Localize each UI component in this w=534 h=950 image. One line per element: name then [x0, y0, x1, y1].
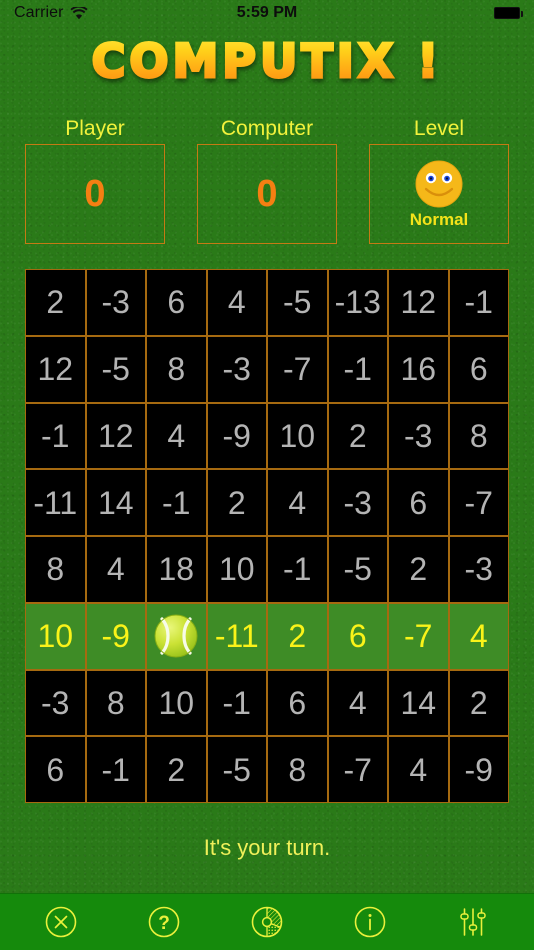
- sliders-icon: [456, 905, 490, 939]
- board-cell[interactable]: 6: [448, 335, 509, 403]
- computer-score-box: 0: [197, 144, 337, 244]
- board-cell[interactable]: -1: [327, 335, 388, 403]
- info-circle-icon: [353, 905, 387, 939]
- board-cell[interactable]: 4: [448, 602, 509, 670]
- board-cell[interactable]: 12: [388, 269, 449, 336]
- board-cell[interactable]: 6: [25, 736, 86, 803]
- help-button[interactable]: ?: [131, 896, 197, 948]
- board-cell[interactable]: 2: [25, 269, 86, 336]
- question-circle-icon: ?: [147, 905, 181, 939]
- page-title: COMPUTIX !: [0, 33, 534, 90]
- board-cell[interactable]: 4: [206, 269, 267, 336]
- board-cell[interactable]: -7: [327, 736, 388, 803]
- board-cell[interactable]: 8: [146, 335, 207, 403]
- scoreboard: Player 0 Computer 0 Level Normal: [25, 116, 509, 246]
- board-cell[interactable]: -5: [85, 335, 146, 403]
- board-cell[interactable]: -1: [267, 536, 328, 603]
- board-cell[interactable]: -1: [206, 669, 267, 737]
- board-cell[interactable]: 8: [267, 736, 328, 803]
- board-cell[interactable]: 8: [85, 669, 146, 737]
- board-cell[interactable]: -3: [25, 669, 86, 737]
- board-cell[interactable]: 10: [146, 669, 207, 737]
- board-cell[interactable]: 4: [327, 669, 388, 737]
- board-cell[interactable]: 10: [25, 602, 86, 670]
- board-cell[interactable]: 12: [85, 402, 146, 470]
- level-box[interactable]: Normal: [369, 144, 509, 244]
- board-cell[interactable]: 4: [85, 536, 146, 603]
- board-cell[interactable]: -5: [327, 536, 388, 603]
- turn-status-message: It's your turn.: [203, 835, 331, 860]
- board-cell[interactable]: -7: [388, 602, 449, 670]
- board-cell[interactable]: -3: [206, 335, 267, 403]
- computer-score-panel: Computer 0: [197, 116, 337, 246]
- player-score-panel: Player 0: [25, 116, 165, 246]
- info-button[interactable]: [337, 896, 403, 948]
- board-cell[interactable]: 6: [388, 469, 449, 536]
- board-cell[interactable]: 2: [206, 469, 267, 536]
- bottom-toolbar: ?: [0, 893, 534, 950]
- board-cell[interactable]: 12: [25, 335, 86, 403]
- board-cell[interactable]: -1: [85, 736, 146, 803]
- board-cell[interactable]: 2: [146, 736, 207, 803]
- board-cell[interactable]: 2: [327, 402, 388, 470]
- board-cell[interactable]: -1: [448, 269, 509, 336]
- board-cell[interactable]: -3: [388, 402, 449, 470]
- board-cell[interactable]: 2: [448, 669, 509, 737]
- board-cell[interactable]: -1: [25, 402, 86, 470]
- tennis-ball-icon[interactable]: [146, 602, 207, 670]
- pie-chart-icon: [250, 905, 284, 939]
- board-cell[interactable]: 14: [388, 669, 449, 737]
- carrier-label: Carrier: [14, 4, 64, 21]
- player-score-box: 0: [25, 144, 165, 244]
- board-cell[interactable]: 6: [267, 669, 328, 737]
- board-cell[interactable]: 4: [267, 469, 328, 536]
- board-cell[interactable]: -3: [448, 536, 509, 603]
- board-cell[interactable]: -5: [267, 269, 328, 336]
- board-cell[interactable]: 6: [327, 602, 388, 670]
- board-cell[interactable]: 2: [388, 536, 449, 603]
- board-cell[interactable]: 2: [267, 602, 328, 670]
- settings-button[interactable]: [440, 896, 506, 948]
- board-cell[interactable]: -7: [448, 469, 509, 536]
- wifi-icon: [69, 6, 88, 20]
- player-score-value: 0: [84, 173, 106, 215]
- close-button[interactable]: [28, 896, 94, 948]
- board-cell[interactable]: -1: [146, 469, 207, 536]
- computer-score-caption: Computer: [220, 117, 314, 140]
- battery-full-icon: [494, 7, 523, 19]
- board-cell[interactable]: -9: [85, 602, 146, 670]
- board-cell[interactable]: 8: [448, 402, 509, 470]
- board-cell[interactable]: -3: [85, 269, 146, 336]
- status-bar-right: [494, 7, 523, 19]
- board-cell[interactable]: 18: [146, 536, 207, 603]
- close-circle-icon: [44, 905, 78, 939]
- board-cell[interactable]: 6: [146, 269, 207, 336]
- board-cell[interactable]: -9: [448, 736, 509, 803]
- board-cell[interactable]: 10: [206, 536, 267, 603]
- board-cell[interactable]: 16: [388, 335, 449, 403]
- game-board[interactable]: 2 -3 6 4 -5 -13 12 -1 12 -5 8 -3 -7 -1 16 6 -1 12 4 -9 10 2 -3…: [25, 269, 509, 803]
- svg-text:?: ?: [158, 913, 170, 934]
- computer-score-value: 0: [256, 173, 278, 215]
- smiley-face-icon: [414, 159, 464, 209]
- board-cell[interactable]: 4: [388, 736, 449, 803]
- board-cell[interactable]: -9: [206, 402, 267, 470]
- board-cell[interactable]: -3: [327, 469, 388, 536]
- board-cell[interactable]: -7: [267, 335, 328, 403]
- status-bar-left: Carrier: [14, 4, 88, 22]
- level-caption: Level: [413, 117, 465, 140]
- level-value: Normal: [409, 209, 469, 229]
- board-cell[interactable]: -5: [206, 736, 267, 803]
- stats-button[interactable]: [234, 896, 300, 948]
- board-cell[interactable]: 4: [146, 402, 207, 470]
- board-cell[interactable]: 14: [85, 469, 146, 536]
- board-cell[interactable]: -13: [327, 269, 388, 336]
- player-score-caption: Player: [65, 117, 125, 140]
- board-cell[interactable]: -11: [25, 469, 86, 536]
- level-panel[interactable]: Level Normal: [369, 116, 509, 246]
- board-cell[interactable]: 8: [25, 536, 86, 603]
- board-cell[interactable]: 10: [267, 402, 328, 470]
- board-cell[interactable]: -11: [206, 602, 267, 670]
- status-bar: Carrier 5:59 PM: [0, 0, 534, 26]
